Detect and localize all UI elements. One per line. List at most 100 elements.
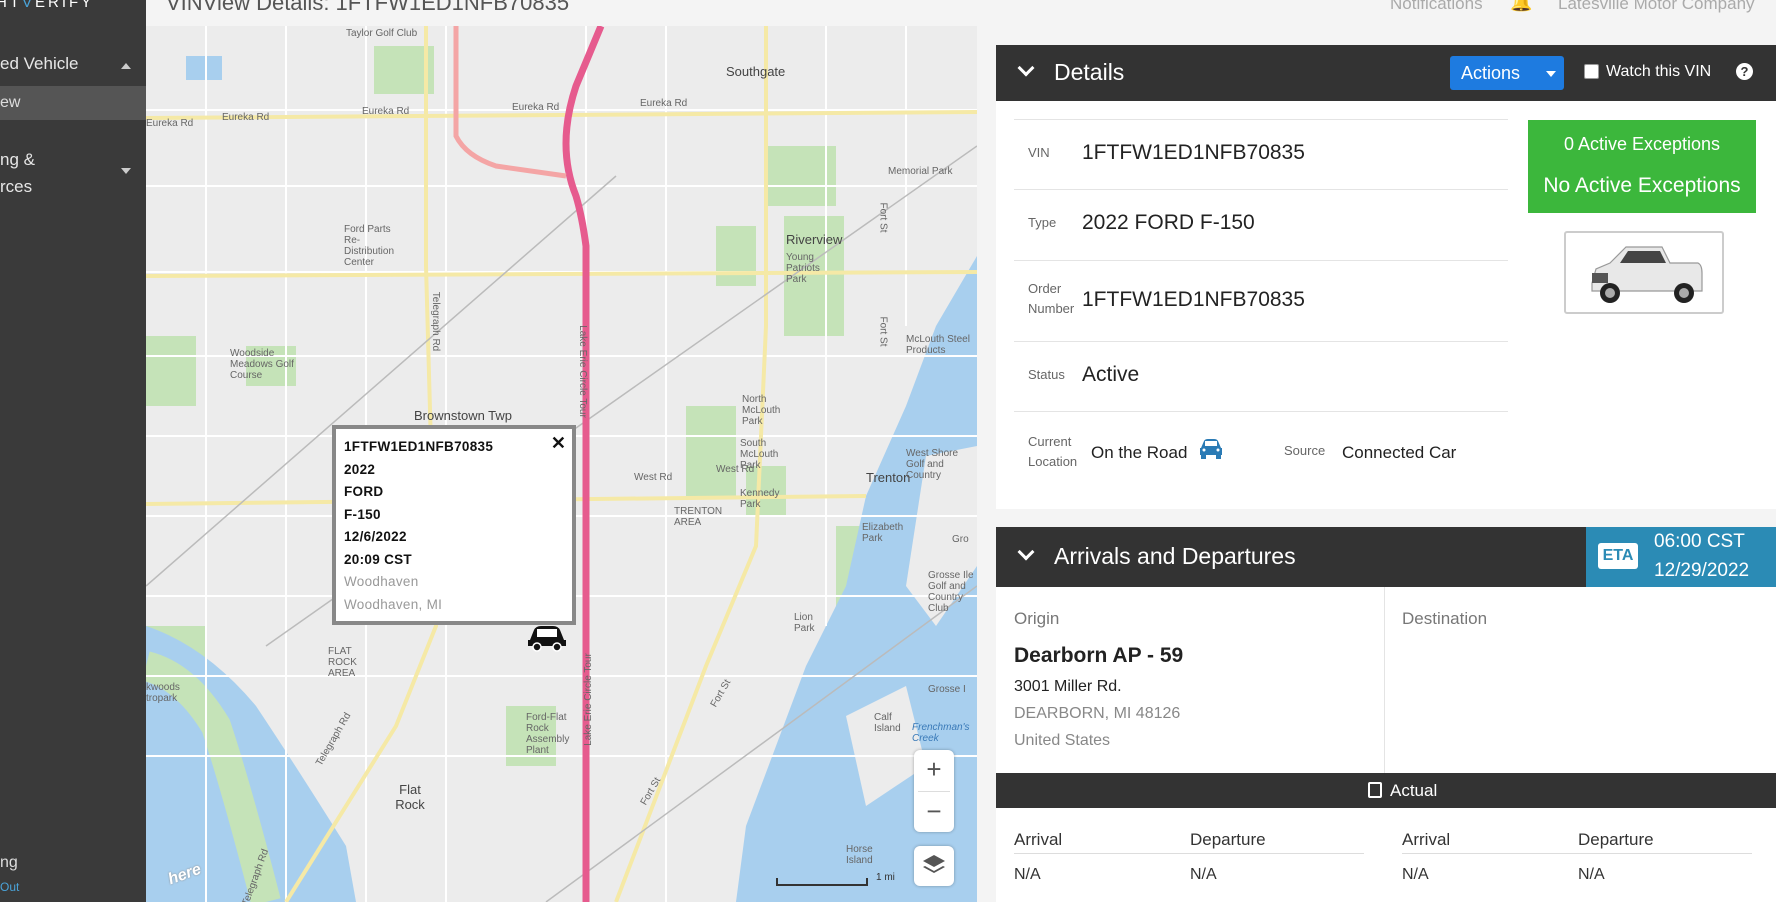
zoom-control: + − bbox=[914, 750, 954, 832]
map-label: Brownstown Twp bbox=[414, 408, 513, 423]
caret-up-icon bbox=[121, 63, 131, 69]
map-label: Ford Parts Re-Distribution Center bbox=[344, 224, 395, 268]
origin-city: DEARBORN, MI 48126 bbox=[1014, 705, 1181, 722]
caret-down-icon bbox=[1546, 71, 1556, 77]
bell-icon[interactable]: 🔔 bbox=[1510, 0, 1532, 13]
close-icon[interactable]: ✕ bbox=[551, 433, 566, 454]
arrivals-header[interactable]: Arrivals and Departures ETA 06:00 CST 12… bbox=[996, 527, 1776, 587]
car-icon bbox=[1200, 439, 1222, 459]
map-label: Elizabeth Park bbox=[862, 522, 904, 544]
vehicle-image[interactable] bbox=[1564, 231, 1724, 314]
calendar-icon bbox=[1368, 782, 1382, 798]
detail-row-order: Order Number 1FTFW1ED1NFB70835 bbox=[1014, 260, 1508, 341]
source-value: Connected Car bbox=[1342, 443, 1457, 462]
eta-time: 06:00 CST bbox=[1654, 531, 1745, 552]
source-label: Source bbox=[1284, 443, 1326, 458]
arrival-header-right: Arrival bbox=[1402, 830, 1451, 849]
chevron-down-icon[interactable] bbox=[1017, 59, 1035, 77]
map-label: Calf Island bbox=[874, 712, 901, 734]
map-label: Memorial Park bbox=[888, 166, 953, 177]
truck-icon bbox=[1591, 246, 1703, 303]
car-marker-icon[interactable] bbox=[526, 622, 568, 652]
map-label: TRENTON AREA bbox=[674, 506, 723, 528]
zoom-out-button[interactable]: − bbox=[914, 792, 954, 832]
app-logo[interactable]: HTVERIFY bbox=[0, 0, 94, 11]
arrival-value-left: N/A bbox=[1014, 866, 1041, 883]
actual-bar: Actual bbox=[996, 773, 1776, 808]
map-label: Lion Park bbox=[794, 612, 815, 634]
eta-box: ETA 06:00 CST 12/29/2022 bbox=[1586, 527, 1776, 587]
map-label: kwoods tropark bbox=[146, 682, 180, 704]
map-label: Eureka Rd bbox=[362, 106, 410, 117]
map-label: Eureka Rd bbox=[222, 112, 270, 123]
map-label: Fort St bbox=[877, 202, 889, 233]
map-label: West Rd bbox=[716, 464, 755, 475]
company-selector[interactable]: Latesville Motor Company bbox=[1558, 0, 1755, 14]
actions-label: Actions bbox=[1461, 63, 1521, 83]
divider bbox=[1014, 853, 1364, 854]
eta-date: 12/29/2022 bbox=[1654, 560, 1750, 581]
map-label: Horse Island bbox=[846, 844, 873, 866]
map-label: Frenchman's Creek bbox=[912, 722, 970, 744]
actions-button[interactable]: Actions bbox=[1450, 56, 1564, 90]
map[interactable]: Taylor Golf Club Southgate Eureka Rd Eur… bbox=[146, 26, 977, 902]
sidebar: HTVERIFY ed Vehicle ew ng & rces ng Out bbox=[0, 0, 146, 902]
divider bbox=[1402, 853, 1752, 854]
vehicle-popup: ✕ 1FTFW1ED1NFB70835 2022 FORD F-150 12/6… bbox=[332, 425, 576, 625]
detail-row-location: Current Location On the Road Source Conne… bbox=[1014, 411, 1508, 491]
arrivals-body: Origin Destination Dearborn AP - 59 3001… bbox=[996, 587, 1776, 902]
layers-icon bbox=[923, 855, 945, 873]
map-label: Lake Erie Circle Tour bbox=[582, 653, 594, 746]
map-label: Gro bbox=[952, 534, 969, 545]
layers-button[interactable] bbox=[914, 846, 954, 886]
map-label: Fort St bbox=[877, 316, 889, 347]
popup-date: 12/6/2022 bbox=[344, 529, 407, 544]
popup-city: Woodhaven bbox=[344, 574, 419, 589]
map-label: North McLouth Park bbox=[742, 394, 781, 427]
map-label: Taylor Golf Club bbox=[346, 28, 418, 39]
top-bar: VINView Details: 1FTFW1ED1NFB70835 Notif… bbox=[146, 0, 1776, 26]
arrival-header-left: Arrival bbox=[1014, 830, 1063, 849]
sidebar-section-2[interactable]: ng & rces bbox=[0, 146, 146, 200]
chevron-down-icon[interactable] bbox=[1017, 543, 1035, 561]
origin-label: Origin bbox=[1014, 609, 1060, 628]
map-label: Eureka Rd bbox=[512, 102, 560, 113]
caret-down-icon bbox=[121, 168, 131, 174]
map-label: Trenton bbox=[866, 470, 911, 485]
map-label: Grosse Ile Golf and Country Club bbox=[928, 570, 974, 614]
sidebar-section-label: rces bbox=[0, 177, 33, 196]
map-label: Telegraph Rd bbox=[430, 291, 442, 352]
vin-value: 1FTFW1ED1NFB70835 bbox=[1082, 141, 1305, 164]
map-label: McLouth Steel Products bbox=[906, 334, 970, 356]
departure-header-left: Departure bbox=[1190, 830, 1266, 849]
sign-out-link[interactable]: Out bbox=[0, 880, 19, 894]
eta-badge: ETA bbox=[1598, 543, 1638, 569]
watch-vin-checkbox[interactable] bbox=[1584, 64, 1599, 79]
popup-year: 2022 bbox=[344, 461, 376, 477]
exceptions-count: 0 Active Exceptions bbox=[1563, 134, 1721, 154]
watch-vin-label[interactable]: Watch this VIN bbox=[1606, 63, 1711, 81]
map-label: West Rd bbox=[634, 472, 673, 483]
map-label: Eureka Rd bbox=[640, 98, 688, 109]
map-label: West Shore Golf and Country bbox=[906, 448, 959, 481]
help-icon[interactable]: ? bbox=[1736, 63, 1753, 80]
sidebar-item-active[interactable]: ew bbox=[0, 86, 146, 120]
location-value: On the Road bbox=[1091, 443, 1188, 462]
zoom-in-button[interactable]: + bbox=[914, 750, 954, 790]
sidebar-footer: ng Out bbox=[0, 830, 146, 902]
origin-country: United States bbox=[1014, 732, 1111, 749]
order-value: 1FTFW1ED1NFB70835 bbox=[1082, 288, 1305, 311]
map-label: Grosse I bbox=[928, 684, 966, 695]
page-title: VINView Details: 1FTFW1ED1NFB70835 bbox=[166, 0, 570, 15]
sidebar-footer-text: ng bbox=[0, 854, 18, 871]
map-label: FLAT ROCK AREA bbox=[328, 646, 357, 679]
detail-row-vin: VIN 1FTFW1ED1NFB70835 bbox=[1014, 119, 1508, 189]
departure-value-left: N/A bbox=[1190, 866, 1217, 883]
details-title: Details bbox=[1054, 59, 1125, 85]
popup-time: 20:09 CST bbox=[344, 551, 412, 567]
exceptions-status[interactable]: 0 Active Exceptions No Active Exceptions bbox=[1528, 120, 1756, 213]
order-label: Order Number bbox=[1028, 281, 1075, 316]
details-header[interactable]: Details Actions Watch this VIN ? bbox=[996, 45, 1776, 101]
notifications-link[interactable]: Notifications bbox=[1390, 0, 1483, 14]
map-label: Flat Rock bbox=[395, 782, 425, 812]
